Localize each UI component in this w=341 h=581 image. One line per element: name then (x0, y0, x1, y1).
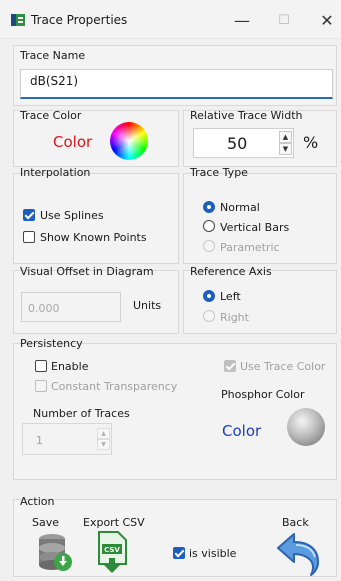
use-trace-color-label: Use Trace Color (240, 360, 326, 373)
traces-spin-up-icon: ▲ (97, 428, 110, 439)
minimize-button[interactable]: — (228, 8, 256, 32)
right-axis-radio (203, 310, 215, 322)
right-axis-label: Right (220, 311, 249, 324)
traces-spin-down-icon: ▼ (97, 439, 110, 450)
phosphor-color-text: Color (222, 422, 262, 440)
trace-width-value: 50 (227, 134, 248, 153)
constant-transparency-label: Constant Transparency (51, 380, 178, 393)
trace-width-unit: % (303, 133, 319, 152)
visual-offset-label: Visual Offset in Diagram (20, 265, 154, 278)
back-arrow-icon[interactable] (274, 530, 322, 576)
save-label: Save (32, 516, 60, 529)
use-trace-color-checkbox (224, 360, 236, 372)
constant-transparency-checkbox (35, 380, 47, 392)
app-icon (11, 14, 25, 26)
normal-radio[interactable] (203, 201, 215, 213)
phosphor-color-swatch-icon[interactable] (287, 408, 325, 446)
export-csv-label: Export CSV (83, 516, 145, 529)
export-csv-icon[interactable]: CSV (96, 530, 130, 574)
window-title: Trace Properties (31, 13, 128, 27)
action-label: Action (20, 495, 55, 508)
phosphor-color-label: Phosphor Color (221, 388, 305, 401)
left-axis-radio[interactable] (203, 290, 215, 302)
title-bar: Trace Properties — ☐ ✕ (0, 0, 341, 39)
number-of-traces-value: 1 (36, 434, 43, 447)
enable-checkbox[interactable] (35, 360, 47, 372)
offset-value: 0.000 (28, 302, 60, 315)
use-splines-label: Use Splines (40, 209, 104, 222)
trace-name-input[interactable]: dB(S21) (20, 69, 333, 99)
save-database-icon[interactable] (35, 532, 75, 574)
reference-axis-group (183, 270, 337, 334)
trace-color-label: Trace Color (20, 109, 82, 122)
number-of-traces-label: Number of Traces (33, 407, 130, 420)
maximize-button: ☐ (278, 12, 290, 28)
vertical-bars-radio[interactable] (203, 220, 215, 232)
offset-input: 0.000 (21, 292, 121, 322)
trace-color-text: Color (53, 133, 93, 151)
csv-icon-text: CSV (104, 546, 120, 554)
trace-width-spinbox[interactable]: 50 ▲ ▼ (193, 128, 294, 158)
trace-name-label: Trace Name (20, 49, 86, 62)
trace-type-label: Trace Type (190, 166, 248, 179)
enable-label: Enable (51, 360, 89, 373)
is-visible-label: is visible (189, 547, 237, 560)
is-visible-checkbox[interactable] (173, 547, 185, 559)
close-button[interactable]: ✕ (313, 8, 341, 32)
vertical-bars-label: Vertical Bars (220, 221, 290, 234)
color-wheel-icon[interactable] (110, 122, 148, 160)
offset-unit: Units (133, 299, 162, 312)
trace-width-label: Relative Trace Width (190, 109, 303, 122)
back-label: Back (282, 516, 309, 529)
number-of-traces-spinbox: 1 ▲ ▼ (22, 423, 112, 455)
show-known-points-checkbox[interactable] (23, 231, 35, 243)
reference-axis-label: Reference Axis (190, 265, 272, 278)
spin-up-icon[interactable]: ▲ (279, 131, 292, 143)
parametric-radio (203, 240, 215, 252)
parametric-label: Parametric (220, 241, 280, 254)
use-splines-checkbox[interactable] (23, 209, 35, 221)
left-axis-label: Left (220, 290, 241, 303)
persistency-label: Persistency (20, 337, 83, 350)
interpolation-label: Interpolation (20, 166, 91, 179)
spin-down-icon[interactable]: ▼ (279, 143, 292, 155)
normal-label: Normal (220, 201, 260, 214)
show-known-points-label: Show Known Points (40, 231, 147, 244)
